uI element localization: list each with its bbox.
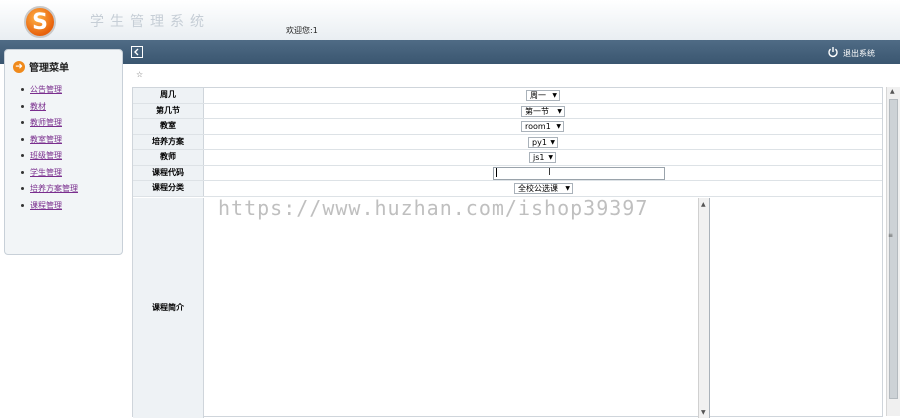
bullet-icon	[21, 203, 24, 207]
app-header: S 学生管理系统 欢迎您:1	[0, 0, 900, 40]
scrollbar-thumb[interactable]	[889, 99, 898, 399]
chevron-down-icon: ▼	[556, 123, 561, 130]
plan-select[interactable]: py1 ▼	[528, 136, 558, 148]
period-select[interactable]: 第一节 ▼	[521, 105, 565, 117]
period-label: 第几节	[133, 103, 204, 118]
welcome-text: 欢迎您:1	[286, 26, 318, 35]
menu-title: ➜ 管理菜单	[13, 59, 69, 74]
chevron-down-icon: ▼	[557, 107, 562, 115]
sidebar-item-classrooms[interactable]: 教室管理	[21, 134, 78, 151]
sidebar-item-label[interactable]: 培养方案管理	[30, 184, 78, 193]
sidebar-item-label[interactable]: 学生管理	[30, 168, 62, 177]
form-row-period: 第几节 第一节 ▼	[133, 103, 882, 119]
classroom-label: 教室	[133, 119, 204, 134]
course-category-select[interactable]: 全校公选课 ▼	[514, 183, 573, 194]
watermark: https://www.huzhan.com/ishop39397	[218, 196, 649, 220]
power-icon	[828, 47, 838, 58]
form-row-course-category: 课程分类 全校公选课 ▼	[133, 181, 882, 197]
sidebar-item-teachers[interactable]: 教师管理	[21, 117, 78, 134]
form-row-weekday: 周几 周一 ▼	[133, 88, 882, 104]
form-row-teacher: 教师 js1 ▼	[133, 150, 882, 166]
bullet-icon	[21, 104, 24, 108]
sidebar-item-training-plans[interactable]: 培养方案管理	[21, 183, 78, 200]
sidebar-item-label[interactable]: 课程管理	[30, 201, 62, 210]
chevron-down-icon: ▼	[565, 185, 570, 192]
scroll-down-icon[interactable]: ▼	[701, 409, 706, 416]
system-title: 学生管理系统	[90, 14, 210, 30]
bullet-icon	[21, 170, 24, 174]
course-category-label: 课程分类	[133, 181, 204, 196]
course-form: 周几 周一▼ 第几节 第一节▼ 教室 room1▼ 培养方案 py1▼	[132, 87, 883, 418]
bullet-icon	[21, 154, 24, 157]
bullet-icon	[21, 121, 24, 124]
sidebar-item-courses[interactable]: 课程管理	[21, 200, 78, 217]
chevron-down-icon: ▼	[552, 92, 557, 99]
text-cursor-icon: I	[548, 166, 551, 178]
textarea-scrollbar[interactable]: ▲ ▼	[698, 198, 709, 418]
form-row-course-code: 课程代码 I	[133, 165, 882, 181]
form-row-classroom: 教室 room1 ▼	[133, 119, 882, 135]
course-code-label: 课程代码	[133, 165, 204, 180]
chevron-down-icon: ▼	[548, 154, 553, 161]
app-logo: S	[24, 6, 56, 38]
sidebar-item-label[interactable]: 公告管理	[30, 85, 62, 94]
course-intro-label: 课程简介	[133, 198, 204, 418]
teacher-label: 教师	[133, 150, 204, 165]
weekday-select[interactable]: 周一 ▼	[526, 90, 560, 101]
bullet-icon	[21, 88, 24, 91]
sidebar-menu: ➜ 管理菜单 公告管理 教材 教师管理 教室管理 班级管理 学生管理 培养方案管理…	[4, 49, 123, 255]
plan-label: 培养方案	[133, 134, 204, 149]
bullet-icon	[21, 137, 24, 141]
sidebar-item-label[interactable]: 班级管理	[30, 151, 62, 160]
sidebar-item-textbooks[interactable]: 教材	[21, 101, 78, 118]
text-caret	[496, 167, 497, 177]
weekday-label: 周几	[133, 88, 204, 103]
arrow-right-icon: ➜	[13, 60, 25, 73]
scroll-up-icon[interactable]: ▲	[701, 201, 706, 208]
logout-label: 退出系统	[843, 49, 875, 58]
classroom-select[interactable]: room1 ▼	[521, 121, 564, 132]
menu-list: 公告管理 教材 教师管理 教室管理 班级管理 学生管理 培养方案管理 课程管理	[21, 84, 78, 216]
sidebar-item-announcements[interactable]: 公告管理	[21, 84, 78, 101]
breadcrumb: ☆	[136, 70, 144, 79]
collapse-icon[interactable]	[131, 46, 143, 58]
grip-icon: ≡	[888, 232, 894, 239]
form-row-course-intro: 课程简介 ▲ ▼	[133, 198, 882, 418]
page-scrollbar[interactable]: ▲ ≡	[886, 87, 900, 416]
scroll-up-icon[interactable]: ▲	[890, 88, 895, 95]
sidebar-item-label[interactable]: 教室管理	[30, 135, 62, 144]
logo-letter: S	[32, 10, 48, 35]
chevron-down-icon: ▼	[550, 138, 555, 146]
sidebar-item-label[interactable]: 教材	[30, 102, 46, 111]
form-row-plan: 培养方案 py1 ▼	[133, 134, 882, 150]
teacher-select[interactable]: js1 ▼	[529, 152, 556, 163]
sidebar-item-classes[interactable]: 班级管理	[21, 150, 78, 167]
sidebar-item-label[interactable]: 教师管理	[30, 118, 62, 127]
bullet-icon	[21, 187, 24, 190]
sidebar-item-students[interactable]: 学生管理	[21, 167, 78, 184]
